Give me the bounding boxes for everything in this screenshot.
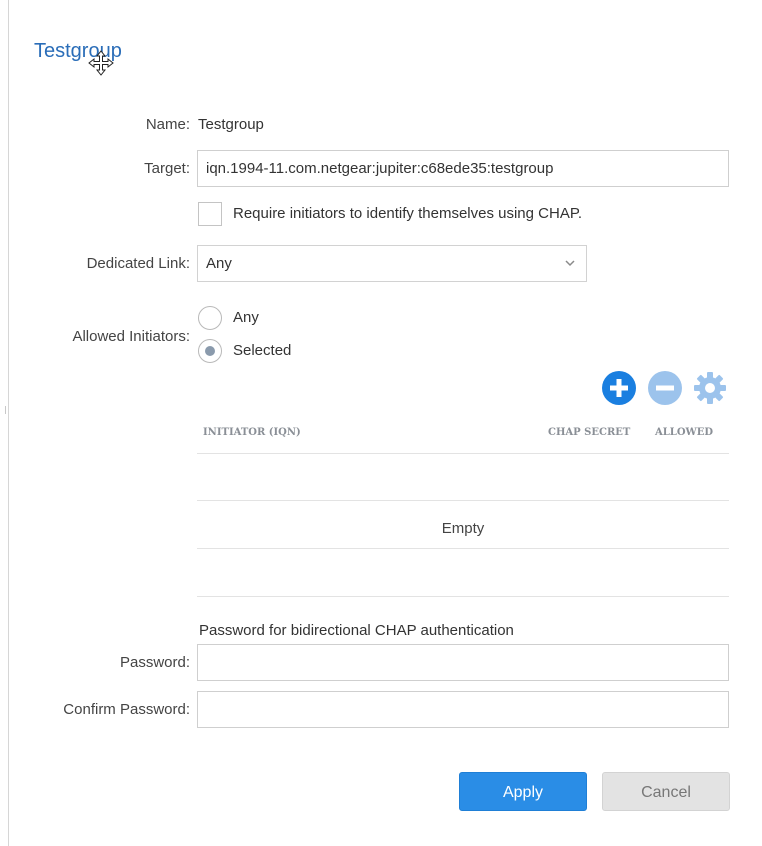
panel-left-border [8, 0, 9, 846]
dedicated-link-select[interactable]: Any [197, 245, 587, 282]
confirm-password-label: Confirm Password: [63, 701, 190, 718]
table-divider [197, 500, 729, 501]
apply-button[interactable]: Apply [459, 772, 587, 811]
column-header-initiator[interactable]: INITIATOR (IQN) [203, 427, 301, 438]
radio-selected[interactable] [198, 339, 222, 363]
chap-checkbox[interactable] [198, 202, 222, 226]
password-label: Password: [119, 654, 190, 671]
column-header-chap-secret[interactable]: CHAP SECRET [548, 427, 630, 438]
bidirectional-heading: Password for bidirectional CHAP authenti… [199, 622, 514, 639]
password-input[interactable] [197, 644, 729, 681]
radio-selected-dot [205, 346, 215, 356]
resize-tick [5, 406, 8, 414]
radio-selected-label: Selected [233, 342, 292, 359]
table-divider [197, 548, 729, 549]
target-label: Target: [144, 160, 190, 177]
confirm-password-input[interactable] [197, 691, 729, 728]
allowed-initiators-label: Allowed Initiators: [72, 328, 190, 345]
name-label: Name: [145, 116, 190, 133]
remove-icon[interactable] [648, 371, 682, 405]
table-divider [197, 596, 729, 597]
radio-any-label: Any [233, 309, 259, 326]
name-value: Testgroup [198, 116, 264, 133]
dedicated-link-label: Dedicated Link: [86, 255, 190, 272]
dedicated-link-value: Any [206, 255, 232, 272]
cancel-button[interactable]: Cancel [602, 772, 730, 811]
table-divider [197, 453, 729, 454]
move-cursor-icon [88, 50, 114, 76]
chap-checkbox-label: Require initiators to identify themselve… [233, 205, 583, 222]
chevron-down-icon [565, 260, 575, 267]
radio-any[interactable] [198, 306, 222, 330]
target-input[interactable]: iqn.1994-11.com.netgear:jupiter:c68ede35… [197, 150, 729, 187]
add-icon[interactable] [602, 371, 636, 405]
table-empty-text: Empty [441, 520, 485, 537]
settings-icon[interactable] [693, 371, 727, 405]
column-header-allowed[interactable]: ALLOWED [655, 427, 713, 438]
